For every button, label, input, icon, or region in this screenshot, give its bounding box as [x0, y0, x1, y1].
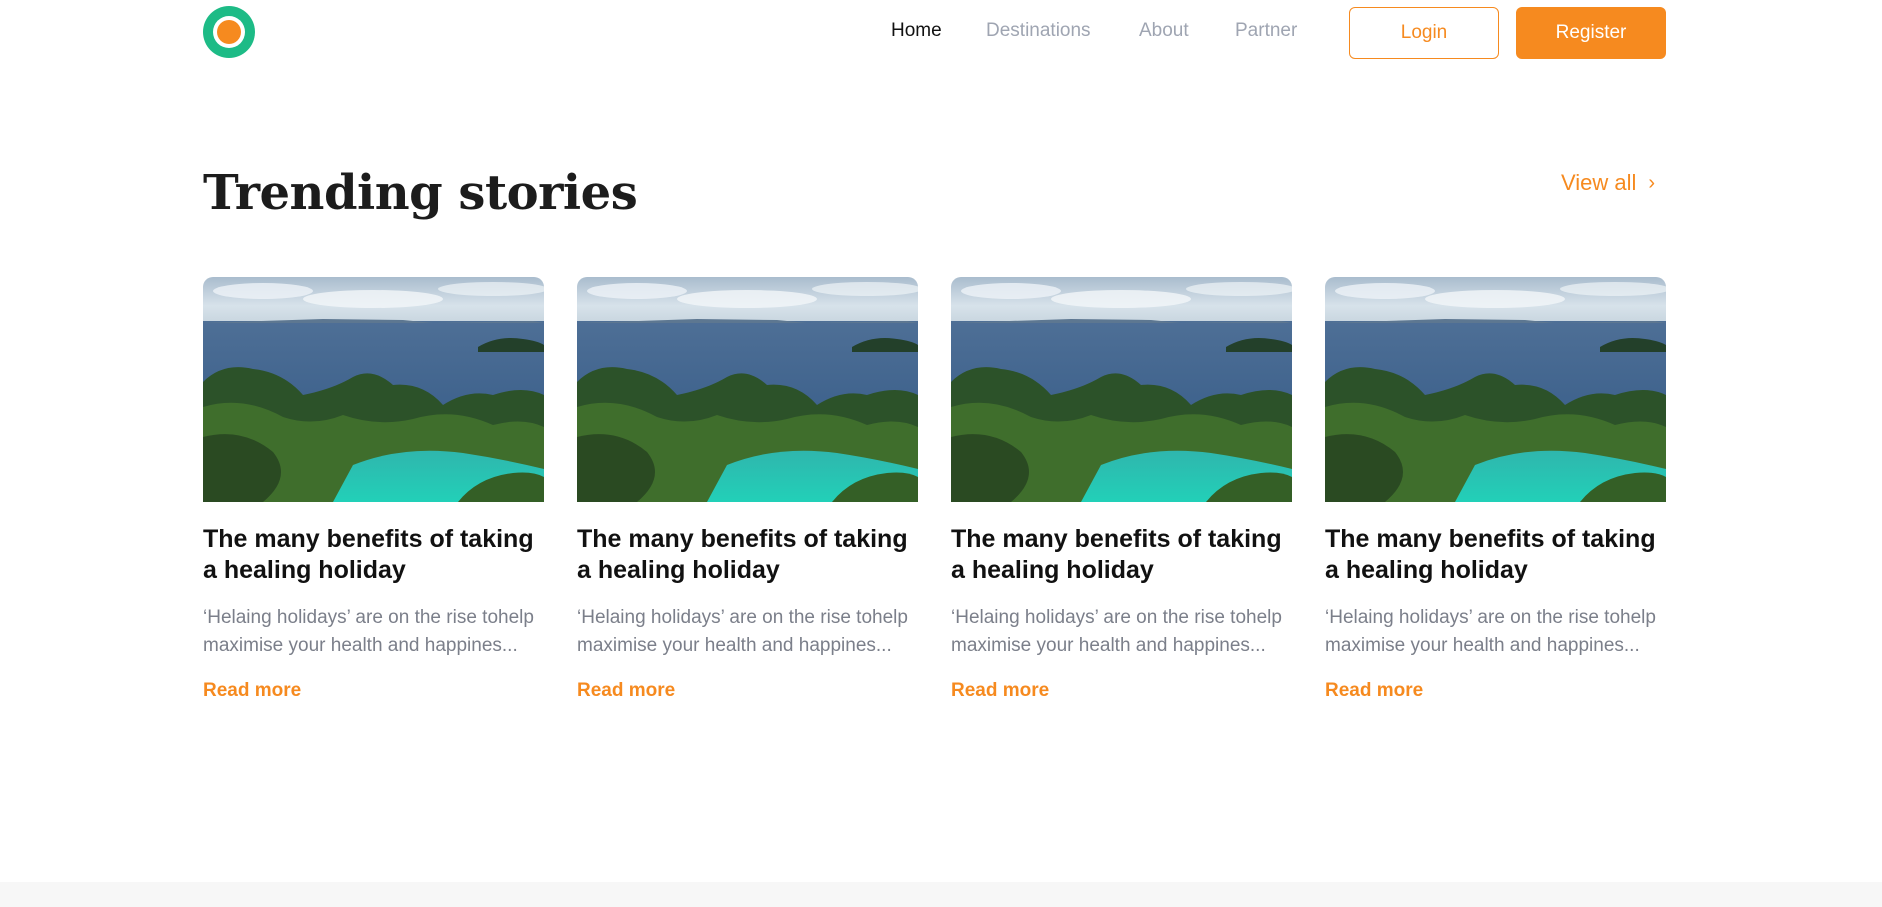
story-image — [951, 277, 1292, 502]
read-more-link[interactable]: Read more — [577, 680, 675, 702]
footer-band — [0, 882, 1882, 907]
read-more-link[interactable]: Read more — [1325, 680, 1423, 702]
story-excerpt: ‘Helaing holidays’ are on the rise tohel… — [1325, 607, 1656, 656]
logo-inner-dot — [217, 20, 241, 44]
story-excerpt: ‘Helaing holidays’ are on the rise tohel… — [203, 607, 534, 656]
nav-about[interactable]: About — [1139, 20, 1189, 42]
story-card[interactable]: The many benefits of taking a healing ho… — [203, 277, 544, 702]
read-more-link[interactable]: Read more — [203, 680, 301, 702]
story-title[interactable]: The many benefits of taking a healing ho… — [577, 524, 918, 586]
story-image — [203, 277, 544, 502]
ring-logo-icon[interactable] — [203, 6, 255, 58]
story-excerpt: ‘Helaing holidays’ are on the rise tohel… — [951, 607, 1282, 656]
nav-destinations[interactable]: Destinations — [986, 20, 1091, 42]
nav-home[interactable]: Home — [891, 20, 942, 42]
site-header: Home Destinations About Partner Login Re… — [0, 0, 1882, 66]
view-all-label: View all — [1561, 170, 1637, 195]
story-title[interactable]: The many benefits of taking a healing ho… — [951, 524, 1292, 586]
story-title[interactable]: The many benefits of taking a healing ho… — [1325, 524, 1666, 586]
section-title: Trending stories — [203, 165, 638, 221]
story-card[interactable]: The many benefits of taking a healing ho… — [951, 277, 1292, 702]
chevron-right-icon: › — [1648, 171, 1656, 194]
story-title[interactable]: The many benefits of taking a healing ho… — [203, 524, 544, 586]
story-image — [1325, 277, 1666, 502]
nav-partner[interactable]: Partner — [1235, 20, 1297, 42]
story-card[interactable]: The many benefits of taking a healing ho… — [1325, 277, 1666, 702]
view-all-link[interactable]: View all › — [1561, 170, 1655, 196]
read-more-link[interactable]: Read more — [951, 680, 1049, 702]
register-button[interactable]: Register — [1516, 7, 1666, 59]
login-button[interactable]: Login — [1349, 7, 1499, 59]
story-card[interactable]: The many benefits of taking a healing ho… — [577, 277, 918, 702]
story-image — [577, 277, 918, 502]
story-excerpt: ‘Helaing holidays’ are on the rise tohel… — [577, 607, 908, 656]
